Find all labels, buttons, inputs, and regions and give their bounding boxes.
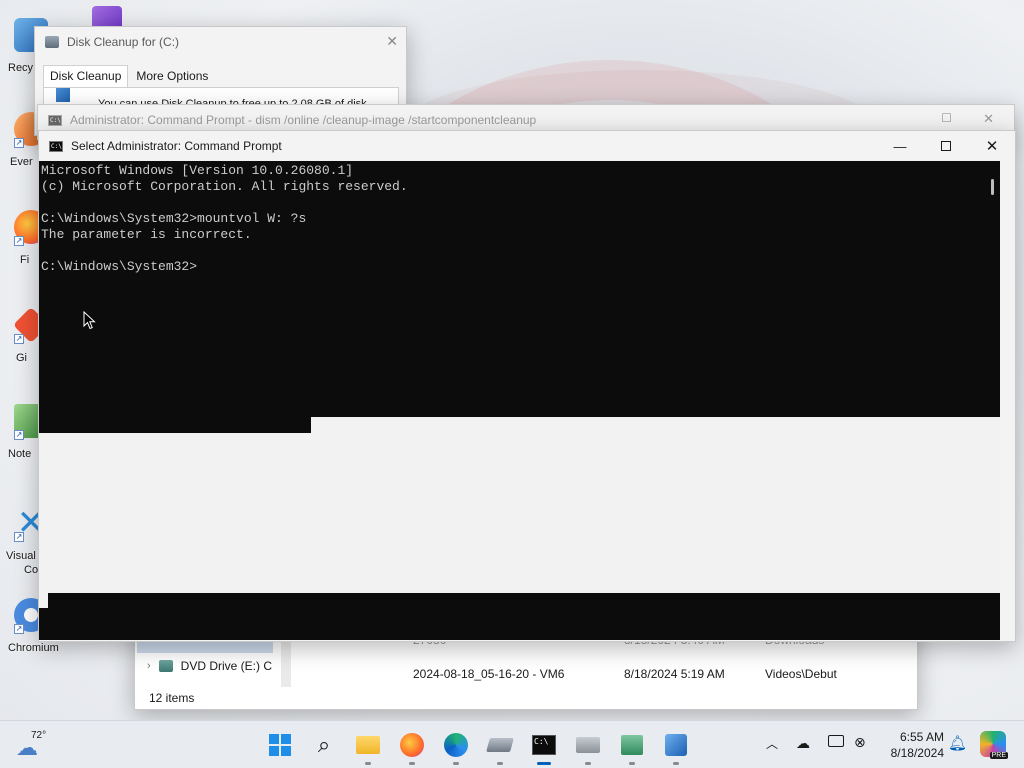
running-indicator: [673, 762, 679, 765]
running-indicator: [497, 762, 503, 765]
disk-cleanup-icon: [45, 36, 59, 48]
taskbar-firefox[interactable]: [396, 729, 428, 765]
file-date: 8/18/2024 5:19 AM: [624, 667, 725, 681]
tab-more-options[interactable]: More Options: [128, 65, 216, 87]
shortcut-arrow-icon: ↗: [14, 624, 24, 634]
taskbar-edge[interactable]: [440, 729, 472, 765]
shortcut-arrow-icon: ↗: [14, 532, 24, 542]
console-scrollbar-thumb[interactable]: [991, 179, 994, 195]
window-title: Select Administrator: Command Prompt: [71, 139, 282, 153]
tab-disk-cleanup[interactable]: Disk Cleanup: [43, 65, 129, 87]
file-explorer-icon: [356, 736, 380, 754]
display-icon[interactable]: [828, 735, 844, 747]
cmd-icon: C:\: [49, 140, 63, 152]
network-icon: [621, 735, 643, 755]
selection-highlight: [39, 593, 48, 608]
window-controls: — ✕: [877, 131, 1015, 161]
network-status-icon[interactable]: ⊗: [854, 734, 866, 751]
disk-cleanup-icon: [486, 738, 514, 752]
taskbar-command-prompt[interactable]: C:\: [528, 729, 560, 765]
file-name: 2024-08-18_05-16-20 - VM6: [413, 667, 565, 681]
status-item-count: 12 items: [149, 691, 195, 705]
clock[interactable]: 6:55 AM 8/18/2024: [880, 729, 944, 761]
taskbar-disk-cleanup[interactable]: [484, 729, 516, 765]
taskbar-file-explorer[interactable]: [352, 729, 384, 765]
terminal-icon: C:\: [532, 735, 556, 755]
running-indicator: [453, 762, 459, 765]
ssms-icon: [665, 734, 687, 756]
close-button[interactable]: ✕: [969, 131, 1015, 161]
close-icon: ✕: [985, 138, 999, 155]
clock-time: 6:55 AM: [899, 730, 944, 744]
shortcut-arrow-icon: ↗: [14, 138, 24, 148]
taskbar-dism[interactable]: [572, 729, 604, 765]
copilot-icon[interactable]: PRE: [980, 731, 1008, 759]
onedrive-icon[interactable]: ☁: [796, 735, 810, 752]
maximize-icon[interactable]: ☐: [941, 111, 952, 125]
search-button[interactable]: ⌕: [308, 729, 340, 761]
running-indicator: [537, 762, 551, 765]
maximize-button[interactable]: [923, 131, 969, 161]
nav-item-label: DVD Drive (E:) C: [180, 659, 273, 673]
running-indicator: [365, 762, 371, 765]
close-icon[interactable]: ✕: [983, 111, 994, 127]
console-area[interactable]: Microsoft Windows [Version 10.0.26080.1]…: [39, 161, 1000, 640]
shortcut-arrow-icon: ↗: [14, 334, 24, 344]
running-indicator: [409, 762, 415, 765]
pre-badge: PRE: [989, 752, 1008, 759]
edge-icon: [444, 733, 468, 757]
disk-cleanup-titlebar[interactable]: Disk Cleanup for (C:) ✕: [35, 27, 406, 57]
weather-widget[interactable]: ☁ 72°: [16, 729, 86, 763]
shortcut-arrow-icon: ↗: [14, 430, 24, 440]
window-title: Administrator: Command Prompt - dism /on…: [70, 113, 537, 127]
running-indicator: [629, 762, 635, 765]
selection-highlight: [39, 433, 1000, 593]
cmd-titlebar[interactable]: C:\ Select Administrator: Command Prompt…: [39, 131, 1015, 161]
file-folder: Videos\Debut: [765, 667, 837, 681]
minimize-button[interactable]: —: [877, 131, 923, 161]
clock-date: 8/18/2024: [890, 746, 944, 760]
close-icon[interactable]: ✕: [386, 33, 398, 50]
running-indicator: [585, 762, 591, 765]
dism-icon: [576, 737, 600, 753]
window-title: Disk Cleanup for (C:): [67, 35, 180, 49]
chevron-up-icon[interactable]: ︿: [766, 735, 778, 752]
cmd-icon: C:\: [48, 114, 62, 126]
desktop-icon-label: Chromium: [8, 642, 59, 654]
mouse-cursor-icon: [83, 311, 96, 330]
taskbar-network-app[interactable]: [616, 729, 648, 765]
minimize-icon: —: [893, 138, 907, 154]
chevron-right-icon: ›: [147, 660, 151, 672]
selection-highlight: [311, 417, 1000, 433]
taskbar-ssms[interactable]: [660, 729, 692, 765]
start-icon: [269, 734, 291, 756]
drive-icon: [56, 88, 70, 102]
nav-item-dvd-drive[interactable]: › DVD Drive (E:) C: [147, 659, 272, 673]
shortcut-arrow-icon: ↗: [14, 236, 24, 246]
notification-bell-icon[interactable]: 🔔︎: [948, 734, 967, 752]
weather-temp: 72°: [31, 730, 47, 741]
firefox-icon: [400, 733, 424, 757]
start-button[interactable]: [264, 729, 296, 761]
console-output[interactable]: Microsoft Windows [Version 10.0.26080.1]…: [41, 163, 408, 275]
search-icon: ⌕: [317, 732, 331, 757]
disk-cleanup-tabs: Disk Cleanup More Options: [43, 65, 216, 87]
maximize-icon: [941, 141, 951, 151]
taskbar: ☁ 72° ⌕ C:\ ︿ ☁ ⊗ 6:55 AM 8/18/2024 🔔︎ P…: [0, 720, 1024, 768]
cmd-window[interactable]: C:\ Select Administrator: Command Prompt…: [38, 130, 1016, 642]
dvd-drive-icon: [158, 660, 173, 672]
